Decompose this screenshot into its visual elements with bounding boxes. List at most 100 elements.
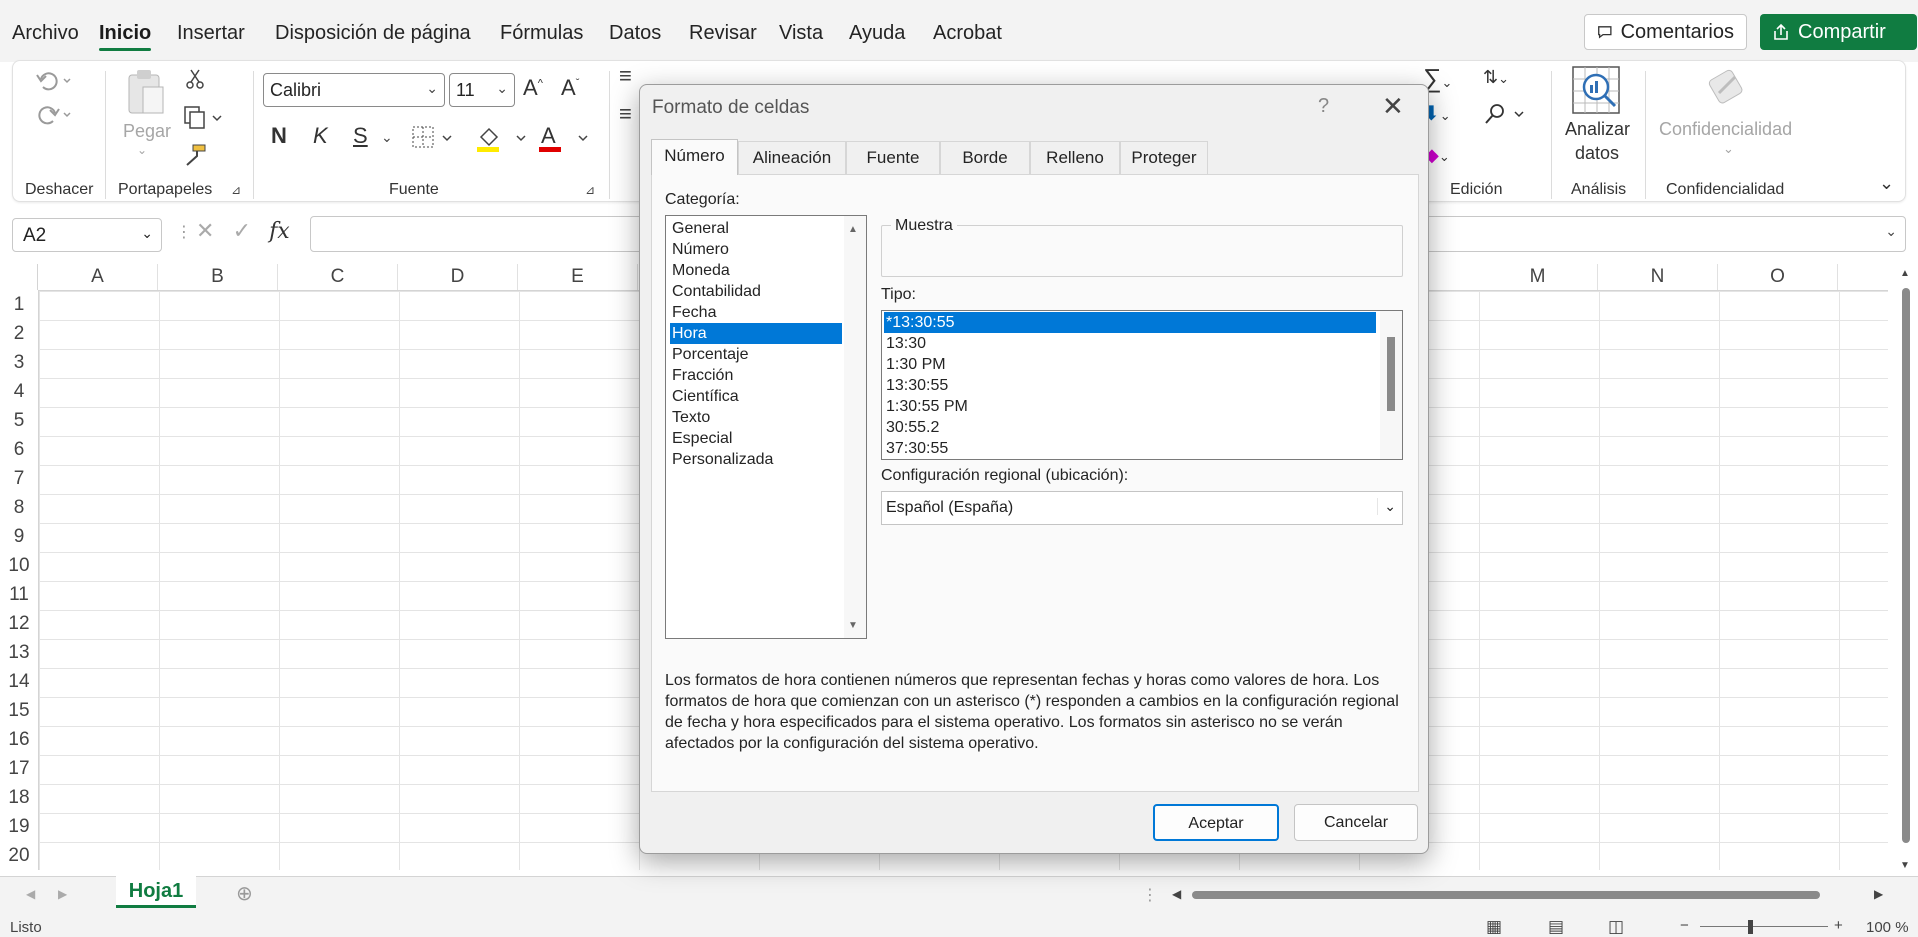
ok-button[interactable]: Aceptar (1153, 804, 1279, 841)
row-header[interactable]: 11 (0, 580, 38, 609)
redo-icon[interactable] (33, 101, 73, 129)
menu-inicio[interactable]: Inicio (99, 22, 152, 51)
column-header-e[interactable]: E (518, 264, 638, 290)
row-header[interactable]: 14 (0, 667, 38, 696)
scroll-up-icon[interactable]: ▲ (848, 224, 858, 235)
row-header[interactable]: 18 (0, 783, 38, 812)
category-item[interactable]: Porcentaje (670, 344, 842, 365)
cut-icon[interactable] (183, 67, 207, 91)
next-sheet-icon[interactable]: ▶ (58, 887, 67, 901)
row-header[interactable]: 12 (0, 609, 38, 638)
row-header[interactable]: 9 (0, 522, 38, 551)
menu-formulas[interactable]: Fórmulas (500, 22, 583, 45)
category-item[interactable]: General (670, 218, 842, 239)
type-item-selected[interactable]: *13:30:55 (884, 312, 1376, 333)
category-item[interactable]: Moneda (670, 260, 842, 281)
menu-acrobat[interactable]: Acrobat (933, 22, 1002, 45)
normal-view-icon[interactable]: ▦ (1486, 917, 1502, 937)
find-select-icon[interactable] (1483, 103, 1527, 127)
bold-button[interactable]: N (271, 123, 287, 149)
confirm-entry-icon[interactable]: ✓ (233, 218, 251, 243)
paste-icon[interactable] (123, 67, 167, 117)
category-item[interactable]: Especial (670, 428, 842, 449)
fill-color-icon[interactable] (475, 123, 535, 153)
category-item-selected[interactable]: Hora (670, 323, 842, 344)
scroll-down-icon[interactable]: ▼ (1900, 860, 1910, 871)
scroll-right-icon[interactable]: ▶ (1874, 887, 1883, 901)
category-scrollbar[interactable]: ▲ ▼ (844, 216, 866, 638)
scroll-left-icon[interactable]: ◀ (1172, 887, 1181, 901)
zoom-slider-track[interactable] (1700, 926, 1828, 927)
help-button[interactable]: ? (1318, 95, 1329, 118)
zoom-slider-handle[interactable] (1748, 920, 1753, 934)
share-button[interactable]: Compartir (1760, 14, 1917, 50)
type-list[interactable]: *13:30:55 13:30 1:30 PM 13:30:55 1:30:55… (881, 310, 1403, 460)
type-item[interactable]: 37:30:55 (884, 438, 1376, 459)
type-item[interactable]: 13:30 (884, 333, 1376, 354)
page-layout-icon[interactable]: ▤ (1548, 917, 1564, 937)
sensitivity-chevron-icon[interactable]: ⌄ (1723, 141, 1734, 157)
category-item[interactable]: Científica (670, 386, 842, 407)
vertical-scroll-thumb[interactable] (1902, 288, 1910, 843)
insert-function-icon[interactable]: fx (269, 219, 290, 244)
row-header[interactable]: 16 (0, 725, 38, 754)
row-header[interactable]: 15 (0, 696, 38, 725)
row-header[interactable]: 19 (0, 812, 38, 841)
underline-chevron-icon[interactable]: ⌄ (381, 129, 393, 146)
type-item[interactable]: 1:30:55 PM (884, 396, 1376, 417)
paste-chevron-icon[interactable]: ⌄ (137, 143, 147, 157)
row-header[interactable]: 10 (0, 551, 38, 580)
row-header[interactable]: 8 (0, 493, 38, 522)
type-scroll-thumb[interactable] (1387, 337, 1395, 411)
font-color-icon[interactable]: A (537, 123, 597, 153)
column-header-d[interactable]: D (398, 264, 518, 290)
tab-fuente[interactable]: Fuente (846, 141, 940, 174)
underline-button[interactable]: S (353, 123, 368, 149)
select-all-corner[interactable] (0, 264, 38, 290)
row-header[interactable]: 7 (0, 464, 38, 493)
grow-font-icon[interactable]: A^ (523, 75, 543, 101)
menu-vista[interactable]: Vista (779, 22, 823, 45)
zoom-level[interactable]: 100 % (1866, 919, 1909, 936)
row-header[interactable]: 2 (0, 319, 38, 348)
column-header-n[interactable]: N (1598, 264, 1718, 290)
comments-button[interactable]: Comentarios (1584, 14, 1747, 50)
zoom-out-icon[interactable]: − (1680, 917, 1689, 934)
menu-datos[interactable]: Datos (609, 22, 661, 45)
borders-icon[interactable] (411, 125, 459, 151)
format-painter-icon[interactable] (183, 143, 207, 167)
category-list[interactable]: General Número Moneda Contabilidad Fecha… (665, 215, 867, 639)
row-header[interactable]: 17 (0, 754, 38, 783)
row-header[interactable]: 20 (0, 841, 38, 870)
prev-sheet-icon[interactable]: ◀ (26, 887, 35, 901)
tab-alineacion[interactable]: Alineación (738, 141, 846, 174)
copy-icon[interactable] (183, 105, 225, 131)
vertical-scrollbar[interactable]: ▲ ▼ (1894, 264, 1918, 876)
scroll-up-icon[interactable]: ▲ (1900, 268, 1910, 279)
cancel-button[interactable]: Cancelar (1294, 804, 1418, 841)
category-item[interactable]: Contabilidad (670, 281, 842, 302)
tab-relleno[interactable]: Relleno (1030, 141, 1120, 174)
menu-disposicion[interactable]: Disposición de página (275, 22, 471, 45)
align-top-icon[interactable]: ≡ (619, 63, 632, 89)
menu-archivo[interactable]: Archivo (12, 22, 79, 45)
type-item[interactable]: 1:30 PM (884, 354, 1376, 375)
collapse-ribbon-icon[interactable]: ⌄ (1879, 173, 1894, 194)
column-header-m[interactable]: M (1478, 264, 1598, 290)
font-launcher-icon[interactable]: ⊿ (585, 183, 595, 197)
menu-revisar[interactable]: Revisar (689, 22, 757, 45)
row-header[interactable]: 6 (0, 435, 38, 464)
column-header-c[interactable]: C (278, 264, 398, 290)
row-header[interactable]: 13 (0, 638, 38, 667)
row-header[interactable]: 4 (0, 377, 38, 406)
type-scrollbar[interactable] (1380, 311, 1402, 459)
type-item[interactable]: 13:30:55 (884, 375, 1376, 396)
expand-formula-icon[interactable]: ⌄ (1885, 223, 1897, 240)
clipboard-launcher-icon[interactable]: ⊿ (231, 183, 241, 197)
row-header[interactable]: 5 (0, 406, 38, 435)
column-header-b[interactable]: B (158, 264, 278, 290)
horizontal-scroll-thumb[interactable] (1192, 891, 1820, 899)
align-left-icon[interactable]: ≡ (619, 101, 632, 127)
page-break-icon[interactable]: ◫ (1608, 917, 1624, 937)
menu-ayuda[interactable]: Ayuda (849, 22, 905, 45)
